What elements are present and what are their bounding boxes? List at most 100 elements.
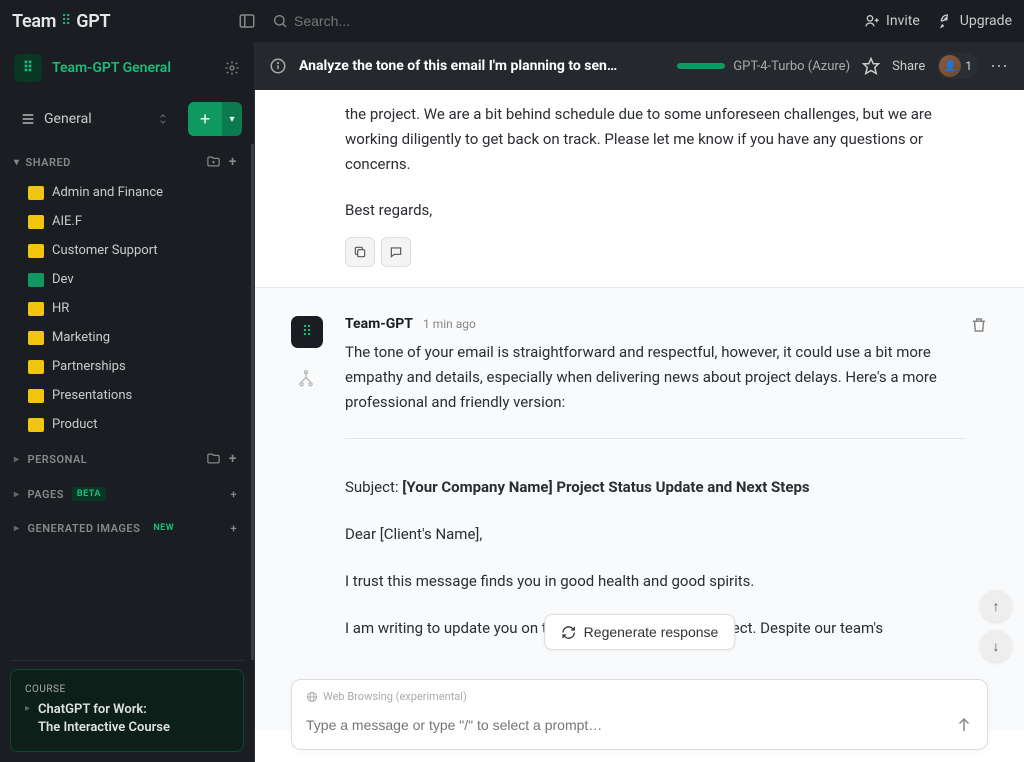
- folder-icon: [28, 186, 44, 200]
- new-chat-dropdown[interactable]: ▾: [222, 102, 242, 136]
- images-label: GENERATED IMAGES: [28, 522, 141, 535]
- caret-right-icon: ▸: [25, 703, 30, 714]
- course-title-2: The Interactive Course: [38, 719, 170, 737]
- shared-label: SHARED: [26, 156, 71, 169]
- logo-text-secondary: GPT: [76, 11, 110, 32]
- caret-right-icon: ▸: [14, 523, 20, 534]
- folder-item[interactable]: Customer Support: [0, 236, 251, 265]
- folder-icon: [28, 215, 44, 229]
- chevron-down-icon: ▾: [14, 157, 20, 168]
- star-icon[interactable]: [862, 57, 880, 75]
- folder-label: Presentations: [52, 388, 132, 403]
- upgrade-button[interactable]: Upgrade: [938, 13, 1012, 29]
- collapse-sidebar-icon[interactable]: [234, 8, 260, 34]
- divider: [345, 438, 965, 439]
- pages-section[interactable]: ▸ PAGES BETA +: [0, 477, 251, 511]
- folder-label: Customer Support: [52, 243, 158, 258]
- comment-icon[interactable]: [381, 237, 411, 267]
- avatar: 👤: [939, 55, 961, 77]
- caret-right-icon: ▸: [14, 489, 20, 500]
- new-badge: NEW: [148, 521, 179, 535]
- folder-item[interactable]: HR: [0, 294, 251, 323]
- new-folder-icon[interactable]: [206, 451, 221, 467]
- folder-item[interactable]: Presentations: [0, 381, 251, 410]
- workspace-selector[interactable]: ⠿ Team-GPT General: [0, 42, 254, 94]
- course-title-1: ChatGPT for Work:: [38, 701, 170, 719]
- browsing-label: Web Browsing (experimental): [306, 690, 973, 703]
- shared-section-header[interactable]: ▾ SHARED +: [0, 144, 251, 176]
- add-icon[interactable]: +: [230, 522, 237, 535]
- add-icon[interactable]: +: [230, 488, 237, 501]
- folder-icon: [28, 360, 44, 374]
- copy-icon[interactable]: [345, 237, 375, 267]
- folder-item[interactable]: Admin and Finance: [0, 178, 251, 207]
- model-bar-icon: [677, 63, 725, 69]
- folder-item[interactable]: Partnerships: [0, 352, 251, 381]
- user-msg-signoff: Best regards,: [345, 198, 965, 223]
- folder-item[interactable]: Dev: [0, 265, 251, 294]
- images-section[interactable]: ▸ GENERATED IMAGES NEW +: [0, 511, 251, 545]
- share-button[interactable]: Share: [892, 59, 925, 74]
- folder-label: Marketing: [52, 330, 110, 345]
- new-chat-button[interactable]: +: [188, 102, 222, 136]
- chevron-updown-icon: [156, 112, 170, 126]
- assistant-message: ⠿ Team-GPT 1 min ago The tone of your em…: [255, 287, 1024, 730]
- folder-label: AIE.F: [52, 214, 82, 229]
- fork-icon[interactable]: [297, 370, 315, 388]
- folder-icon: [28, 244, 44, 258]
- logo[interactable]: Team ⠿ GPT: [12, 8, 260, 34]
- folder-icon: [28, 331, 44, 345]
- scroll-up-button[interactable]: ↑: [980, 590, 1012, 622]
- trash-icon[interactable]: [970, 316, 988, 334]
- folder-label: Product: [52, 417, 97, 432]
- rocket-icon: [938, 13, 954, 29]
- assistant-intro: The tone of your email is straightforwar…: [345, 340, 965, 414]
- caret-right-icon: ▸: [14, 454, 20, 465]
- globe-icon: [306, 691, 318, 703]
- message-input[interactable]: [306, 711, 955, 739]
- personal-section[interactable]: ▸ PERSONAL +: [0, 441, 251, 477]
- new-folder-icon[interactable]: [206, 154, 221, 170]
- model-indicator[interactable]: GPT-4-Turbo (Azure): [677, 59, 850, 74]
- gear-icon[interactable]: [224, 60, 240, 76]
- course-label: COURSE: [25, 684, 229, 695]
- info-icon[interactable]: [269, 57, 287, 75]
- invite-button[interactable]: Invite: [864, 13, 920, 29]
- user-message: the project. We are a bit behind schedul…: [255, 90, 1024, 287]
- more-icon[interactable]: ⋯: [990, 56, 1010, 77]
- workspace-icon: ⠿: [14, 54, 42, 82]
- logo-sep-icon: ⠿: [61, 13, 71, 29]
- assistant-avatar-icon: ⠿: [291, 316, 323, 348]
- add-icon[interactable]: +: [229, 451, 237, 467]
- workspace-name: Team-GPT General: [52, 60, 171, 76]
- member-count[interactable]: 👤 1: [937, 53, 978, 79]
- personal-label: PERSONAL: [28, 453, 88, 466]
- model-label: GPT-4-Turbo (Azure): [733, 59, 850, 74]
- conversation-header: Analyze the tone of this email I'm plann…: [255, 42, 1024, 90]
- search-bar[interactable]: [260, 13, 864, 29]
- general-selector[interactable]: General: [12, 105, 178, 133]
- send-icon[interactable]: [955, 716, 973, 734]
- folder-item[interactable]: AIE.F: [0, 207, 251, 236]
- greeting: Dear [Client's Name],: [345, 522, 965, 547]
- invite-icon: [864, 13, 880, 29]
- message-input-area: Web Browsing (experimental): [291, 679, 988, 750]
- assistant-name: Team-GPT: [345, 316, 413, 332]
- user-msg-body: the project. We are a bit behind schedul…: [345, 102, 965, 176]
- folder-label: Admin and Finance: [52, 185, 163, 200]
- regenerate-button[interactable]: Regenerate response: [544, 614, 736, 650]
- add-icon[interactable]: +: [229, 154, 237, 170]
- assistant-timestamp: 1 min ago: [423, 317, 476, 331]
- scroll-down-button[interactable]: ↓: [980, 630, 1012, 662]
- folder-item[interactable]: Marketing: [0, 323, 251, 352]
- course-card[interactable]: COURSE ▸ ChatGPT for Work: The Interacti…: [10, 669, 244, 752]
- invite-label: Invite: [886, 13, 920, 29]
- folder-label: HR: [52, 301, 69, 316]
- list-icon: [20, 111, 36, 127]
- folder-item[interactable]: Product: [0, 410, 251, 439]
- logo-text-primary: Team: [12, 11, 56, 32]
- avatar-count-label: 1: [965, 59, 972, 73]
- folder-label: Dev: [52, 272, 74, 287]
- search-input[interactable]: [294, 13, 494, 29]
- refresh-icon: [561, 625, 576, 640]
